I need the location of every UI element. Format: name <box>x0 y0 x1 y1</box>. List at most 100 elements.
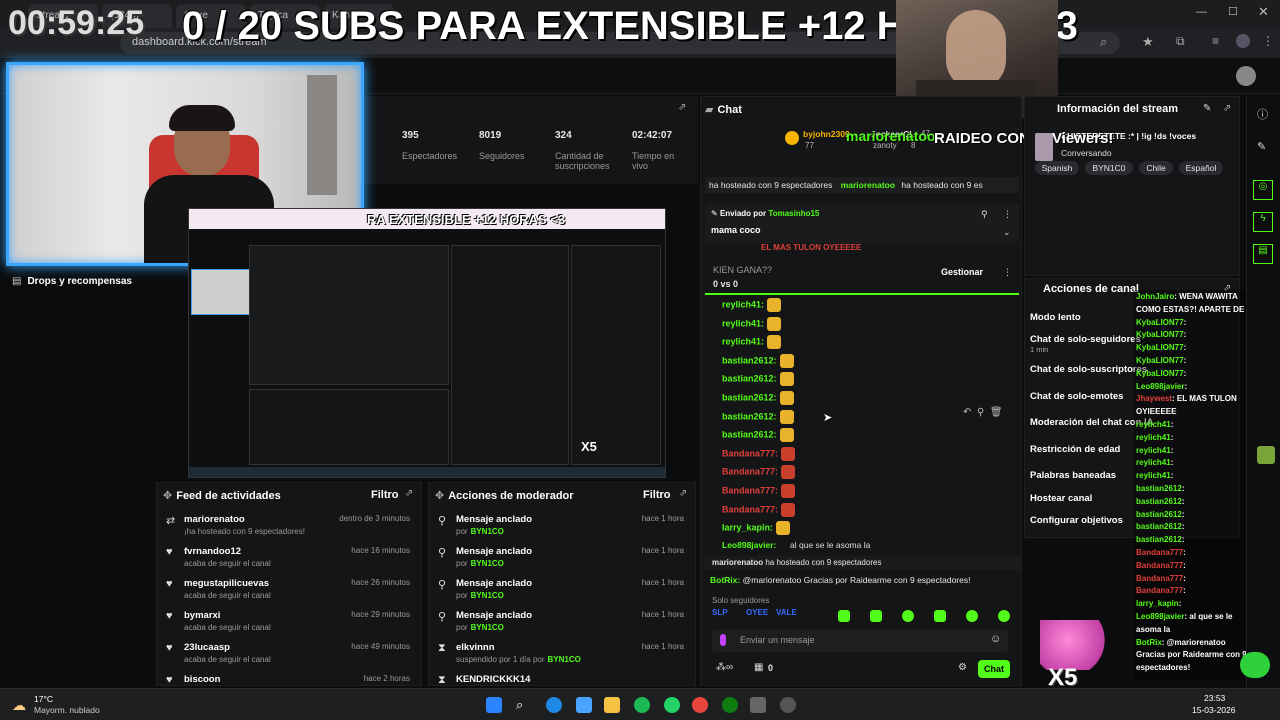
popout-icon[interactable]: ⇗ <box>679 488 687 499</box>
emote-icon[interactable]: OYEE <box>746 608 768 617</box>
channel-action-item[interactable]: Chat de solo-suscriptores <box>1030 364 1147 375</box>
activity-filter-button[interactable]: Filtro <box>371 489 399 501</box>
activity-item[interactable]: ♥ fvrnandoo12 acaba de seguir el canal hace… <box>160 544 420 574</box>
target-icon[interactable]: ◎ <box>1253 180 1273 200</box>
chat-message[interactable]: bastian2612: <box>722 353 794 368</box>
activity-item[interactable]: ♥ 23lucaasp acaba de seguir el canal hace 4… <box>160 640 420 670</box>
mod-action-user[interactable]: BYN1CO <box>471 559 504 568</box>
chat-username[interactable]: Bandana777: <box>722 448 778 458</box>
chat-message[interactable]: reylich41: <box>722 298 782 312</box>
reply-icon[interactable]: ↶ <box>963 407 971 418</box>
channel-action-item[interactable]: Restricción de edad <box>1030 444 1120 455</box>
trash-icon[interactable]: 🗑 <box>990 407 1003 418</box>
chat-username[interactable]: larry_kapin: <box>722 523 773 533</box>
more-icon[interactable]: ⋮ <box>1003 267 1012 278</box>
chat-username[interactable]: bastian2612: <box>722 430 777 440</box>
pin-icon[interactable]: ⚲ <box>981 209 988 220</box>
xbox-icon[interactable] <box>722 697 738 713</box>
chrome-icon[interactable] <box>692 697 708 713</box>
mod-action-item[interactable]: ⚲ Mensaje anclado por BYN1CO hace 1 hora <box>432 512 694 542</box>
windows-start-icon[interactable] <box>486 697 502 713</box>
clock-time[interactable]: 23:53 <box>1204 693 1225 703</box>
emote-icon[interactable] <box>998 610 1010 622</box>
weather-icon[interactable]: ☁ <box>12 697 26 714</box>
pinned-message[interactable]: ✎ Enviado por Tomasinho15 mama coco ⚲ ⋮ … <box>705 203 1019 243</box>
chat-message[interactable]: bastian2612: <box>722 391 794 405</box>
document-icon[interactable]: ▤ <box>1253 244 1273 264</box>
activity-item[interactable]: ♥ megustapilicuevas acaba de seguir el can… <box>160 576 420 606</box>
close-icon[interactable]: ✕ <box>1258 4 1269 20</box>
menu-icon[interactable]: ≡ <box>1212 34 1219 48</box>
emote-icon[interactable]: SLP <box>712 608 728 617</box>
edit-icon[interactable]: ✎ <box>1257 140 1266 153</box>
chat-username[interactable]: Bandana777: <box>722 485 778 495</box>
chat-message[interactable]: Bandana777: <box>722 465 796 480</box>
chat-username[interactable]: bastian2612: <box>722 374 777 384</box>
emote-icon[interactable] <box>870 610 882 622</box>
activity-name[interactable]: 23lucaasp <box>184 642 230 653</box>
maximize-icon[interactable]: ☐ <box>1228 5 1238 18</box>
chat-message[interactable]: Bandana777: <box>722 446 796 461</box>
channel-action-item[interactable]: Chat de solo-emotes <box>1030 391 1123 402</box>
activity-name[interactable]: mariorenatoo <box>184 514 245 525</box>
stream-category[interactable]: Conversando <box>1061 148 1112 158</box>
tag-chip[interactable]: Español <box>1179 161 1223 175</box>
mod-action-item[interactable]: ⧗ elkvinnn suspendido por 1 día por BYN1CO h… <box>432 640 694 670</box>
obs-icon[interactable] <box>780 697 796 713</box>
activity-item[interactable]: ♥ bymarxi acaba de seguir el canal hace 29 … <box>160 608 420 638</box>
channel-action-item[interactable]: Modo lento <box>1030 312 1081 323</box>
chat-message-user[interactable]: Leo898javier: <box>722 540 776 550</box>
channel-action-item[interactable]: Chat de solo-seguidores 1 min <box>1030 334 1141 354</box>
app-icon[interactable] <box>750 697 766 713</box>
search-icon[interactable]: ⌕ <box>1100 34 1107 50</box>
folder-icon[interactable] <box>604 697 620 713</box>
clock-date[interactable]: 15-03-2026 <box>1192 705 1235 715</box>
chat-message[interactable]: Bandana777: <box>722 502 796 517</box>
chat-username[interactable]: reylich41: <box>722 337 764 347</box>
channel-action-item[interactable]: Configurar objetivos <box>1030 515 1123 526</box>
gear-icon[interactable]: ⚙ <box>958 662 967 673</box>
extensions-icon[interactable]: ⧉ <box>1176 34 1185 49</box>
manage-button[interactable]: Gestionar <box>941 267 983 277</box>
chat-message[interactable]: bastian2612: <box>722 372 794 387</box>
chat-username[interactable]: reylich41: <box>722 318 764 328</box>
points-icon[interactable]: ⁂∞ <box>716 662 733 673</box>
stream-preview[interactable]: RA EXTENSIBLE +12 HORAS <3 X5 <box>188 208 666 478</box>
search-icon[interactable]: ⌕ <box>516 697 532 713</box>
star-icon[interactable]: ★ <box>1142 34 1154 50</box>
tag-chip[interactable]: Spanish <box>1035 161 1079 175</box>
activity-item[interactable]: ⇄ mariorenatoo ¡ha hosteado con 9 espectad… <box>160 512 420 542</box>
mod-filter-button[interactable]: Filtro <box>643 489 671 501</box>
tag-chip[interactable]: Chile <box>1139 161 1173 175</box>
mod-action-user[interactable]: BYN1CO <box>471 623 504 632</box>
edge-icon[interactable] <box>546 697 562 713</box>
emoji-icon[interactable]: ☺ <box>990 633 1001 645</box>
chat-username[interactable]: Bandana777: <box>722 504 778 514</box>
pin-icon[interactable]: ⚲ <box>977 407 984 418</box>
minimize-icon[interactable]: — <box>1196 6 1207 18</box>
chat-username[interactable]: bastian2612: <box>722 355 777 365</box>
emote-icon[interactable] <box>838 610 850 622</box>
app-icon[interactable] <box>1257 446 1275 464</box>
chat-message[interactable]: reylich41: <box>722 316 782 331</box>
chat-username[interactable]: bastian2612: <box>722 411 777 421</box>
tag-chip[interactable]: BYN1C0 <box>1085 161 1133 175</box>
chat-username[interactable]: bastian2612: <box>722 392 777 402</box>
lightning-icon[interactable]: ϟ <box>1253 212 1273 232</box>
info-icon[interactable]: ⓘ <box>1257 106 1268 122</box>
activity-name[interactable]: biscoon <box>184 674 220 685</box>
more-icon[interactable]: ⋮ <box>1003 209 1012 220</box>
emote-icon[interactable] <box>934 610 946 622</box>
mod-action-item[interactable]: ⚲ Mensaje anclado por BYN1CO hace 1 hora <box>432 576 694 606</box>
mod-action-user[interactable]: BYN1CO <box>471 591 504 600</box>
chat-message[interactable]: larry_kapin: <box>722 521 791 536</box>
popout-icon[interactable]: ⇗ <box>678 102 686 113</box>
message-actions[interactable]: ↶ ⚲ 🗑 <box>963 407 1021 423</box>
popout-icon[interactable]: ⇗ <box>405 488 413 499</box>
chat-message[interactable]: Bandana777: <box>722 484 796 498</box>
chevron-down-icon[interactable]: ⌄ <box>1003 227 1011 238</box>
activity-name[interactable]: megustapilicuevas <box>184 578 269 589</box>
gift-icon[interactable]: ▦ <box>754 662 763 673</box>
whatsapp-icon[interactable] <box>664 697 680 713</box>
drops-nav-item[interactable]: ▤ Drops y recompensas <box>12 276 132 287</box>
